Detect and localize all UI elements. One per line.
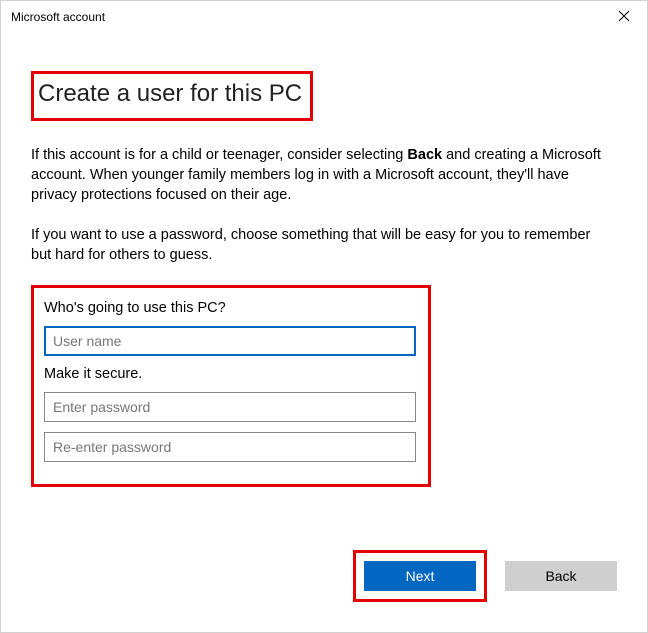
close-button[interactable] [601, 1, 647, 33]
intro-paragraph-1: If this account is for a child or teenag… [31, 145, 601, 205]
password-input[interactable] [44, 392, 416, 422]
titlebar: Microsoft account [1, 1, 647, 33]
heading-highlight: Create a user for this PC [31, 71, 313, 121]
back-bold-text: Back [407, 147, 442, 163]
next-highlight: Next [353, 550, 487, 602]
page-title: Create a user for this PC [38, 80, 302, 108]
dialog-window: Microsoft account Create a user for this… [0, 0, 648, 633]
form-highlight: Who's going to use this PC? Make it secu… [31, 285, 431, 487]
footer-buttons: Next Back [353, 550, 617, 602]
back-button[interactable]: Back [505, 561, 617, 591]
next-button[interactable]: Next [364, 561, 476, 591]
close-icon [619, 10, 629, 24]
window-title: Microsoft account [11, 10, 105, 24]
intro-paragraph-2: If you want to use a password, choose so… [31, 225, 601, 265]
who-label: Who's going to use this PC? [44, 300, 418, 316]
secure-label: Make it secure. [44, 366, 418, 382]
password-confirm-input[interactable] [44, 432, 416, 462]
text: If this account is for a child or teenag… [31, 147, 407, 163]
content-area: Create a user for this PC If this accoun… [1, 33, 647, 487]
username-input[interactable] [44, 326, 416, 356]
